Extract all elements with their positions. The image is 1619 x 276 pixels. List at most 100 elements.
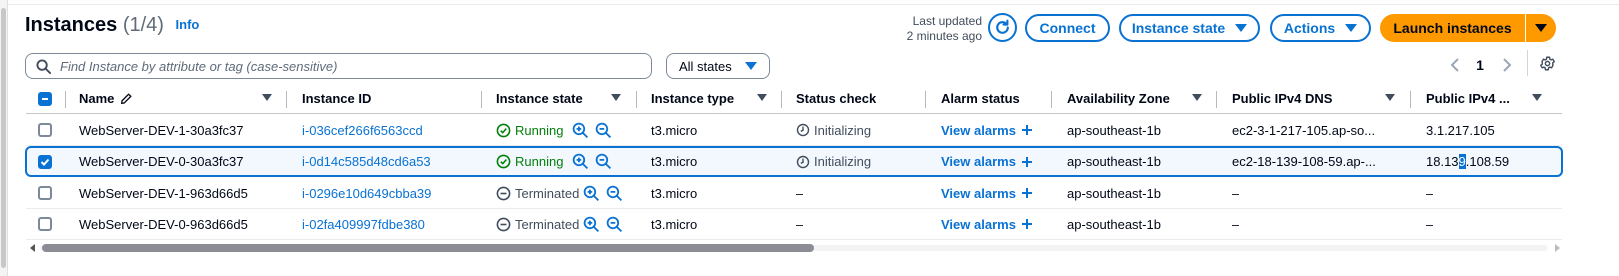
caret-down-icon xyxy=(1535,24,1547,32)
view-alarms-link[interactable]: View alarms xyxy=(941,115,1033,145)
state-label: Terminated xyxy=(515,216,580,232)
view-alarms-link[interactable]: View alarms xyxy=(941,209,1033,239)
instance-id-link[interactable]: i-0d14c585d48cd6a53 xyxy=(302,148,431,175)
instance-type: t3.micro xyxy=(651,185,698,201)
availability-zone: ap-southeast-1b xyxy=(1067,185,1161,201)
availability-zone: ap-southeast-1b xyxy=(1067,216,1161,232)
sort-icon[interactable] xyxy=(1385,94,1395,101)
row-checkbox[interactable] xyxy=(38,178,52,208)
select-all-checkbox[interactable] xyxy=(38,84,52,113)
col-name-label: Name xyxy=(79,91,115,106)
launch-instances-button[interactable]: Launch instances xyxy=(1380,14,1525,42)
table-header: Name Instance ID Instance state Instance… xyxy=(26,84,1562,114)
instance-id-link[interactable]: i-036cef266f6563ccd xyxy=(302,115,423,145)
plus-icon[interactable] xyxy=(1021,156,1033,168)
row-checkbox[interactable] xyxy=(38,115,52,145)
zoom-out-icon[interactable] xyxy=(606,185,623,202)
public-ip[interactable]: 18.13 9.108.59 xyxy=(1426,148,1509,175)
zoom-out-icon[interactable] xyxy=(595,153,612,170)
instance-state-label: Instance state xyxy=(1131,20,1226,36)
status-check: Initializing xyxy=(796,148,871,175)
col-alarm-status[interactable]: Alarm status xyxy=(941,84,1020,113)
edit-icon xyxy=(121,93,132,104)
actions-label: Actions xyxy=(1283,20,1336,36)
view-alarms-link[interactable]: View alarms xyxy=(941,178,1033,208)
instance-type: t3.micro xyxy=(651,154,698,169)
preferences-button[interactable] xyxy=(1537,53,1557,73)
state-label: Running xyxy=(515,122,564,138)
clock-icon xyxy=(796,155,810,168)
view-alarms-label: View alarms xyxy=(941,216,1016,232)
next-page-button[interactable] xyxy=(1498,55,1516,75)
column-divider[interactable] xyxy=(1216,91,1217,108)
col-instance-state[interactable]: Instance state xyxy=(496,84,583,113)
sort-icon[interactable] xyxy=(262,94,272,101)
instance-state-dropdown[interactable]: Instance state xyxy=(1119,14,1260,42)
instance-id-link[interactable]: i-02fa409997fdbe380 xyxy=(302,209,425,239)
zoom-in-icon[interactable] xyxy=(572,122,589,139)
scroll-right-icon[interactable] xyxy=(1555,244,1560,252)
sort-icon[interactable] xyxy=(1532,94,1542,101)
col-instance-id[interactable]: Instance ID xyxy=(302,84,371,113)
table-row-selected[interactable]: WebServer-DEV-0-30a3fc37 i-0d14c585d48cd… xyxy=(25,146,1563,177)
column-divider[interactable] xyxy=(286,91,287,108)
column-divider[interactable] xyxy=(781,91,782,108)
instance-id-link[interactable]: i-0296e10d649cbba39 xyxy=(302,178,431,208)
info-link[interactable]: Info xyxy=(176,17,200,32)
row-checkbox[interactable] xyxy=(38,148,52,175)
previous-page-button[interactable] xyxy=(1446,55,1464,75)
row-checkbox[interactable] xyxy=(38,209,52,239)
col-name[interactable]: Name xyxy=(79,84,209,113)
zoom-out-icon[interactable] xyxy=(606,216,623,233)
column-divider[interactable] xyxy=(1051,91,1052,108)
caret-down-icon xyxy=(1345,24,1358,32)
col-public-ipv4[interactable]: Public IPv4 ... xyxy=(1426,84,1510,113)
page-scrollbar-thumb[interactable] xyxy=(1,8,6,268)
col-availability-zone[interactable]: Availability Zone xyxy=(1067,84,1170,113)
zoom-in-icon[interactable] xyxy=(583,185,600,202)
column-divider[interactable] xyxy=(636,91,637,108)
page-scrollbar[interactable] xyxy=(0,0,8,276)
column-divider[interactable] xyxy=(481,91,482,108)
plus-icon[interactable] xyxy=(1021,124,1033,136)
col-public-ipv4-dns[interactable]: Public IPv4 DNS xyxy=(1232,84,1332,113)
instance-name: WebServer-DEV-1-963d66d5 xyxy=(79,185,248,201)
connect-button[interactable]: Connect xyxy=(1025,14,1110,42)
table-row[interactable]: WebServer-DEV-1-963d66d5 i-0296e10d649cb… xyxy=(26,178,1562,209)
col-instance-type[interactable]: Instance type xyxy=(651,84,734,113)
page-number[interactable]: 1 xyxy=(1470,55,1490,75)
search-input[interactable] xyxy=(60,58,620,74)
column-divider[interactable] xyxy=(1410,91,1411,108)
scrollbar-thumb[interactable] xyxy=(42,244,814,252)
zoom-in-icon[interactable] xyxy=(583,216,600,233)
text-selection: 9 xyxy=(1458,154,1466,169)
sort-icon[interactable] xyxy=(757,94,767,101)
sort-icon[interactable] xyxy=(611,94,621,101)
refresh-button[interactable] xyxy=(988,13,1017,42)
instance-type: t3.micro xyxy=(651,216,698,232)
plus-icon[interactable] xyxy=(1021,187,1033,199)
chevron-left-icon xyxy=(1450,58,1459,72)
col-status-check[interactable]: Status check xyxy=(796,84,876,113)
actions-dropdown[interactable]: Actions xyxy=(1270,14,1371,42)
view-alarms-label: View alarms xyxy=(941,185,1016,201)
public-dns: – xyxy=(1232,185,1240,201)
checkbox-empty xyxy=(38,123,52,137)
states-filter-select[interactable]: All states xyxy=(666,53,770,79)
scroll-left-icon[interactable] xyxy=(30,244,35,252)
public-ip: – xyxy=(1426,216,1434,232)
zoom-out-icon[interactable] xyxy=(595,122,612,139)
minus-circle-icon xyxy=(496,217,511,231)
sort-icon[interactable] xyxy=(1192,94,1202,101)
table-row[interactable]: WebServer-DEV-1-30a3fc37 i-036cef266f656… xyxy=(26,115,1562,146)
column-divider[interactable] xyxy=(925,91,926,108)
checkbox-empty xyxy=(38,217,52,231)
table-row[interactable]: WebServer-DEV-0-963d66d5 i-02fa409997fdb… xyxy=(26,209,1562,240)
last-updated: Last updated 2 minutes ago xyxy=(890,14,982,44)
zoom-in-icon[interactable] xyxy=(572,153,589,170)
launch-instances-dropdown[interactable] xyxy=(1526,14,1556,42)
horizontal-scrollbar[interactable] xyxy=(30,243,1560,253)
view-alarms-link[interactable]: View alarms xyxy=(941,148,1033,175)
search-box[interactable] xyxy=(25,53,652,79)
plus-icon[interactable] xyxy=(1021,218,1033,230)
